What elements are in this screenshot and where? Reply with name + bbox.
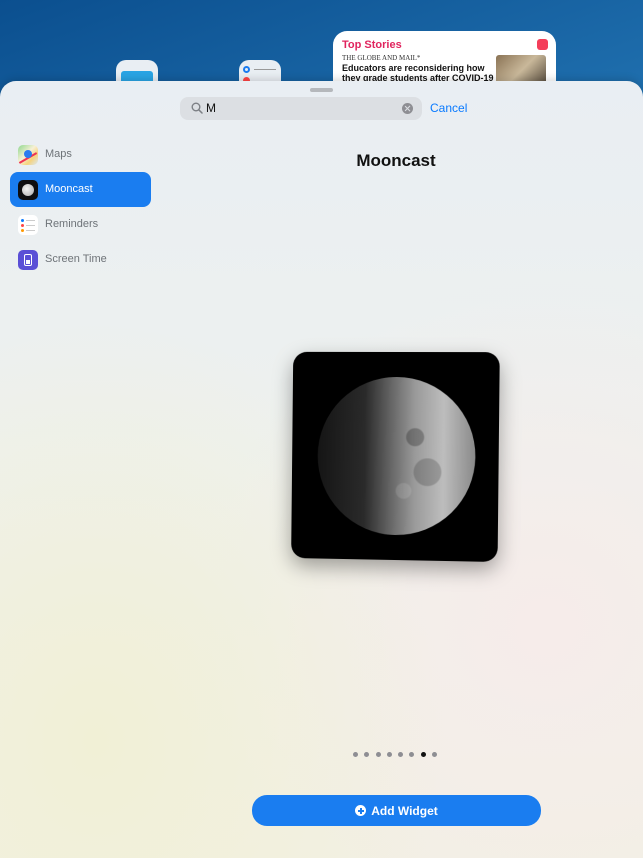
plus-circle-icon [355, 805, 367, 816]
app-list-item-label: Maps [45, 148, 72, 160]
page-indicator[interactable] [353, 752, 443, 758]
page-dot[interactable] [386, 752, 392, 757]
news-headline: Educators are reconsidering how they gra… [342, 63, 494, 83]
page-dot[interactable] [432, 752, 438, 757]
cancel-button[interactable]: Cancel [430, 101, 467, 115]
page-dot[interactable] [409, 752, 415, 757]
page-dot[interactable] [398, 752, 404, 757]
mooncast-icon [18, 180, 38, 200]
search-input[interactable]: M [206, 101, 216, 115]
clear-search-icon[interactable] [402, 103, 413, 114]
app-list-item-reminders[interactable]: Reminders [10, 207, 151, 242]
moon-phase-widget-preview[interactable] [291, 351, 500, 563]
moon-image [316, 376, 477, 537]
app-list-item-maps[interactable]: Maps [10, 137, 151, 172]
add-widget-button[interactable]: Add Widget [252, 795, 541, 826]
page-dot[interactable] [353, 752, 358, 757]
page-dot-active[interactable] [420, 752, 426, 757]
app-title: Mooncast [356, 151, 436, 170]
add-widget-label: Add Widget [371, 803, 438, 818]
app-list-item-label: Screen Time [45, 253, 107, 265]
maps-icon [18, 145, 38, 165]
app-list-item-screen-time[interactable]: Screen Time [10, 242, 151, 277]
page-dot[interactable] [375, 752, 381, 757]
news-widget-title: Top Stories [342, 39, 402, 51]
widget-gallery-sheet: M Cancel Maps Mooncast Reminders Screen … [0, 81, 643, 858]
app-list: Maps Mooncast Reminders Screen Time [10, 137, 151, 277]
app-list-item-mooncast[interactable]: Mooncast [10, 172, 151, 207]
app-list-item-label: Reminders [45, 218, 99, 230]
sheet-grabber[interactable] [310, 88, 333, 92]
screen-time-icon [18, 250, 38, 270]
news-source: THE GLOBE AND MAIL* [342, 54, 421, 62]
reminders-icon [18, 215, 38, 235]
news-logo-icon [537, 39, 548, 50]
page-dot[interactable] [364, 752, 370, 757]
search-icon [191, 102, 203, 114]
search-field[interactable]: M [180, 97, 422, 120]
app-list-item-label: Mooncast [45, 183, 93, 195]
